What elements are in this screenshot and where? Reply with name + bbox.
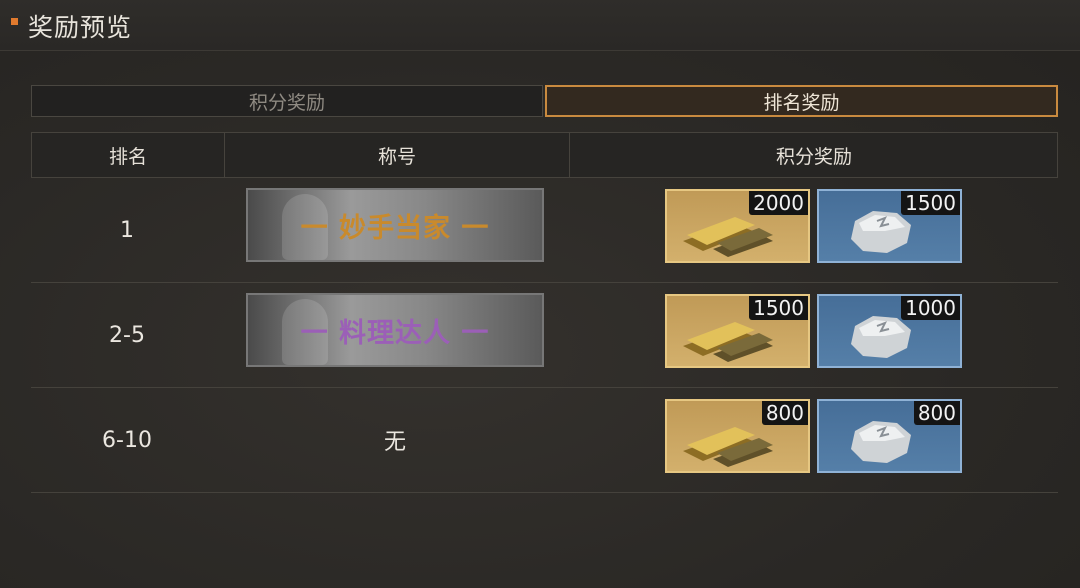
panel-title: 奖励预览 [28,13,133,42]
title-text: 一 料理达人 一 [300,317,490,349]
header-title: 称号 [225,133,570,177]
title-none-text: 无 [383,430,406,455]
gold-bars-reward[interactable]: 2000 [665,189,810,263]
header-rank: 排名 [32,133,225,177]
table-row: 6-10 无 800 800 [31,388,1058,493]
reward-count: 1500 [749,296,808,320]
reward-count: 1000 [901,296,960,320]
reward-count: 800 [761,401,808,425]
table-row: 2-5 一 料理达人 一 1500 1000 [31,283,1058,388]
silver-stone-reward[interactable]: 800 [817,399,962,473]
panel-header: 奖励预览 [0,0,1080,51]
reward-table: 排名 称号 积分奖励 1 一 妙手当家 一 2000 1500 2-5 一 料理… [31,132,1058,493]
title-badge: 一 妙手当家 一 [246,188,544,262]
table-row: 1 一 妙手当家 一 2000 1500 [31,178,1058,283]
title-text: 一 妙手当家 一 [300,212,490,244]
rank-value: 2-5 [109,322,145,348]
reward-count: 800 [913,401,960,425]
silver-stone-reward[interactable]: 1500 [817,189,962,263]
tab-points-reward[interactable]: 积分奖励 [31,85,543,117]
rank-value: 1 [120,217,134,243]
table-header: 排名 称号 积分奖励 [31,132,1058,178]
tab-rank-reward[interactable]: 排名奖励 [545,85,1058,117]
rank-value: 6-10 [102,427,152,453]
header-points-reward: 积分奖励 [775,145,852,168]
reward-count: 2000 [749,191,808,215]
header-bullet-icon [11,18,18,25]
reward-tabs: 积分奖励 排名奖励 [31,85,1058,119]
title-badge: 一 料理达人 一 [246,293,544,367]
gold-bars-reward[interactable]: 800 [665,399,810,473]
silver-stone-reward[interactable]: 1000 [817,294,962,368]
reward-count: 1500 [901,191,960,215]
gold-bars-reward[interactable]: 1500 [665,294,810,368]
